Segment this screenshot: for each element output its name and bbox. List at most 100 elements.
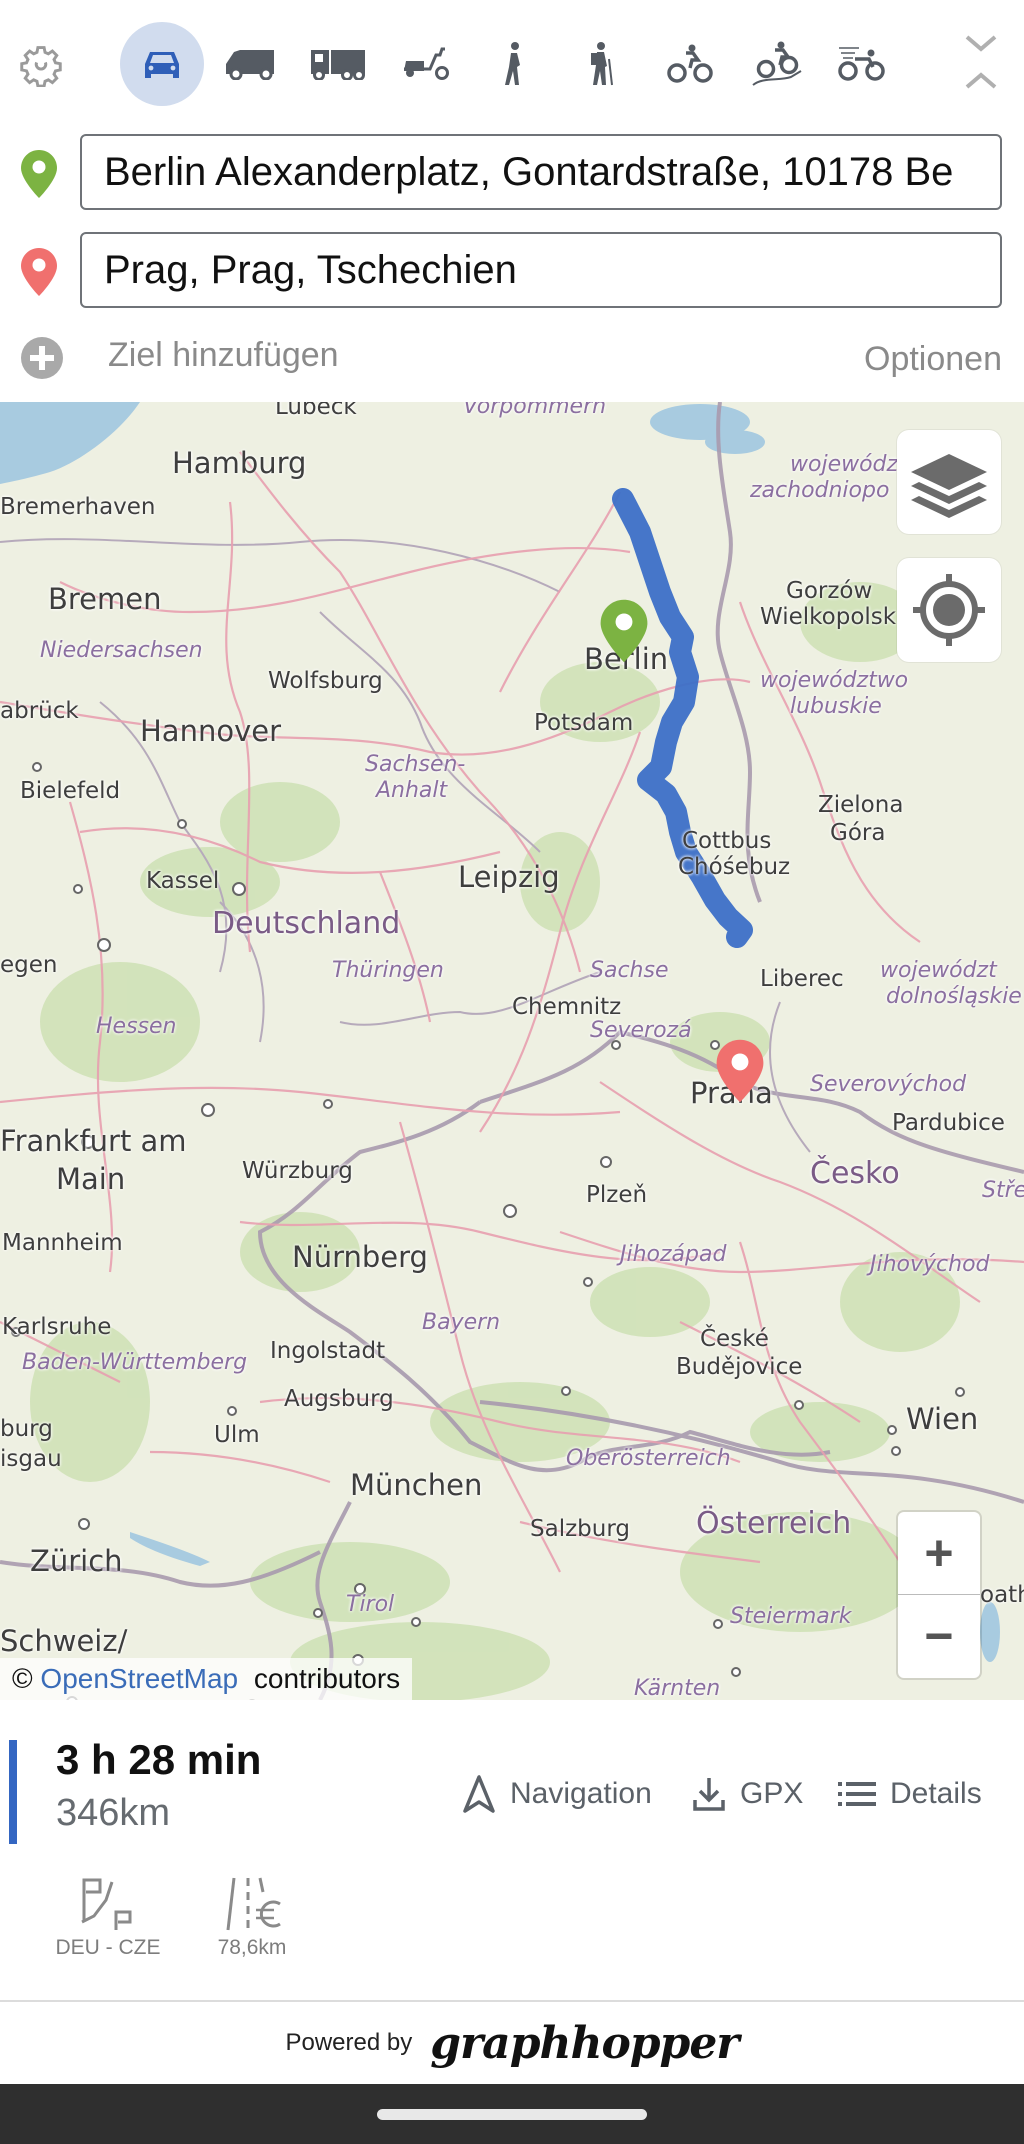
add-destination-button[interactable]: Ziel hinzufügen: [108, 336, 339, 375]
map-label: České: [700, 1326, 769, 1352]
map-label: oath: [980, 1582, 1024, 1608]
toll-road-label: 78,6km: [217, 1936, 287, 1959]
map-label: Deutschland: [212, 906, 401, 941]
vehicle-hike[interactable]: [560, 22, 644, 106]
vehicle-van[interactable]: [208, 22, 292, 106]
powered-by-label: Powered by: [285, 2029, 413, 2056]
navigation-button[interactable]: Navigation: [462, 1772, 652, 1816]
map-label: Tirol: [346, 1592, 395, 1617]
map-label: Lübeck: [275, 402, 357, 420]
map-label: Pardubice: [892, 1110, 1005, 1136]
border-crossing-stat[interactable]: DEU - CZE: [48, 1876, 168, 1960]
details-label: Details: [890, 1777, 982, 1810]
chevron-down-icon: [965, 35, 997, 52]
map-label: Leipzig: [458, 860, 560, 894]
zoom-in-button[interactable]: +: [898, 1512, 980, 1594]
map-label: isgau: [0, 1446, 62, 1472]
route-distance: 346km: [56, 1792, 171, 1834]
add-destination-row: Ziel hinzufügen Optionen: [0, 330, 1024, 386]
map-label: Kärnten: [634, 1676, 721, 1700]
settings-button[interactable]: [18, 42, 64, 88]
map-label: Severozá: [590, 1018, 692, 1043]
map-label: Chóśebuz: [678, 854, 791, 880]
map-label: Thüringen: [332, 958, 444, 983]
map-label: Cottbus: [682, 828, 772, 854]
van-icon: [226, 50, 274, 80]
download-icon: [693, 1778, 725, 1811]
home-gesture-handle[interactable]: [377, 2109, 647, 2120]
map-label: Baden-Württemberg: [22, 1350, 248, 1375]
map-label: województ: [880, 958, 997, 983]
destination-marker-icon[interactable]: [714, 1036, 766, 1106]
hiking-icon: [591, 42, 613, 86]
add-circle-icon[interactable]: [20, 336, 64, 380]
map-attribution: © OpenStreetMap contributors: [0, 1658, 413, 1700]
map-label: Stře: [982, 1178, 1024, 1203]
map-label: Oberösterreich: [566, 1446, 731, 1471]
gpx-label: GPX: [740, 1777, 804, 1810]
locate-me-button[interactable]: [897, 558, 1001, 662]
toll-road-stat[interactable]: 78,6km: [192, 1876, 312, 1960]
map-label: Gorzów: [786, 578, 873, 604]
map-label: Wolfsburg: [268, 668, 383, 694]
map-label: Wien: [906, 1402, 979, 1436]
map-label: Góra: [830, 820, 886, 846]
map-label: Hamburg: [172, 446, 307, 480]
zoom-out-button[interactable]: −: [898, 1595, 980, 1677]
zoom-controls: + −: [898, 1512, 980, 1678]
map-label: Kassel: [146, 868, 220, 894]
map-label: Chemnitz: [512, 994, 622, 1020]
layers-icon: [911, 454, 987, 518]
bicycle-icon: [667, 44, 713, 83]
map-label: Hannover: [140, 714, 282, 748]
destination-location-row: [0, 232, 1024, 308]
map[interactable]: Lübeck Vorpommern Hamburg Bremerhaven Br…: [0, 402, 1024, 1700]
map-label: Steiermark: [730, 1604, 852, 1629]
system-navigation-bar: [0, 2084, 1024, 2144]
vehicle-scooter[interactable]: [384, 22, 468, 106]
map-label: Potsdam: [534, 710, 634, 736]
vehicle-foot[interactable]: [472, 22, 556, 106]
map-label: Ingolstadt: [270, 1338, 386, 1364]
navigation-label: Navigation: [510, 1777, 652, 1810]
map-label: wojewódz: [790, 452, 899, 477]
map-label: Nürnberg: [292, 1240, 428, 1274]
map-label: Hessen: [96, 1014, 177, 1039]
map-label: województwo: [760, 668, 909, 693]
layers-button[interactable]: [897, 430, 1001, 534]
scooter-icon: [404, 47, 449, 80]
map-label: Main: [56, 1162, 126, 1196]
map-label: Karlsruhe: [2, 1314, 112, 1340]
route-summary[interactable]: 3 h 28 min 346km Navigation GPX Details …: [0, 1700, 1024, 2000]
map-label: zachodniopo: [750, 478, 890, 503]
map-label: Würzburg: [242, 1158, 353, 1184]
map-label: Wielkopolsk: [760, 604, 897, 630]
border-crossing-label: DEU - CZE: [55, 1936, 161, 1959]
graphhopper-logo[interactable]: graphhopper: [430, 2018, 739, 2069]
map-label: Sachsen-: [365, 752, 466, 777]
map-label: Jihovýchod: [870, 1252, 990, 1277]
vehicle-mtb[interactable]: [736, 22, 820, 106]
vehicle-bike[interactable]: [648, 22, 732, 106]
start-marker-icon[interactable]: [598, 596, 650, 666]
map-label: Anhalt: [376, 778, 448, 803]
openstreetmap-link[interactable]: OpenStreetMap: [40, 1663, 238, 1694]
vehicle-racingbike[interactable]: [820, 22, 904, 106]
options-button[interactable]: Optionen: [864, 340, 1002, 379]
map-label: Bayern: [422, 1310, 501, 1335]
map-label: Salzburg: [530, 1516, 630, 1542]
vehicle-truck[interactable]: [296, 22, 380, 106]
destination-location-input[interactable]: [80, 232, 1002, 308]
map-label: Mannheim: [2, 1230, 123, 1256]
map-label: Zürich: [30, 1544, 123, 1578]
gpx-download-button[interactable]: GPX: [692, 1772, 803, 1816]
collapse-toggle-button[interactable]: [958, 30, 1004, 100]
vehicle-car[interactable]: [120, 22, 204, 106]
map-label: Zielona: [818, 792, 904, 818]
start-location-input[interactable]: [80, 134, 1002, 210]
map-label: Česko: [810, 1156, 900, 1191]
details-button[interactable]: Details: [838, 1772, 982, 1816]
navigation-arrow-icon: [463, 1775, 495, 1813]
route-duration: 3 h 28 min: [56, 1736, 262, 1783]
truck-icon: [311, 50, 365, 80]
